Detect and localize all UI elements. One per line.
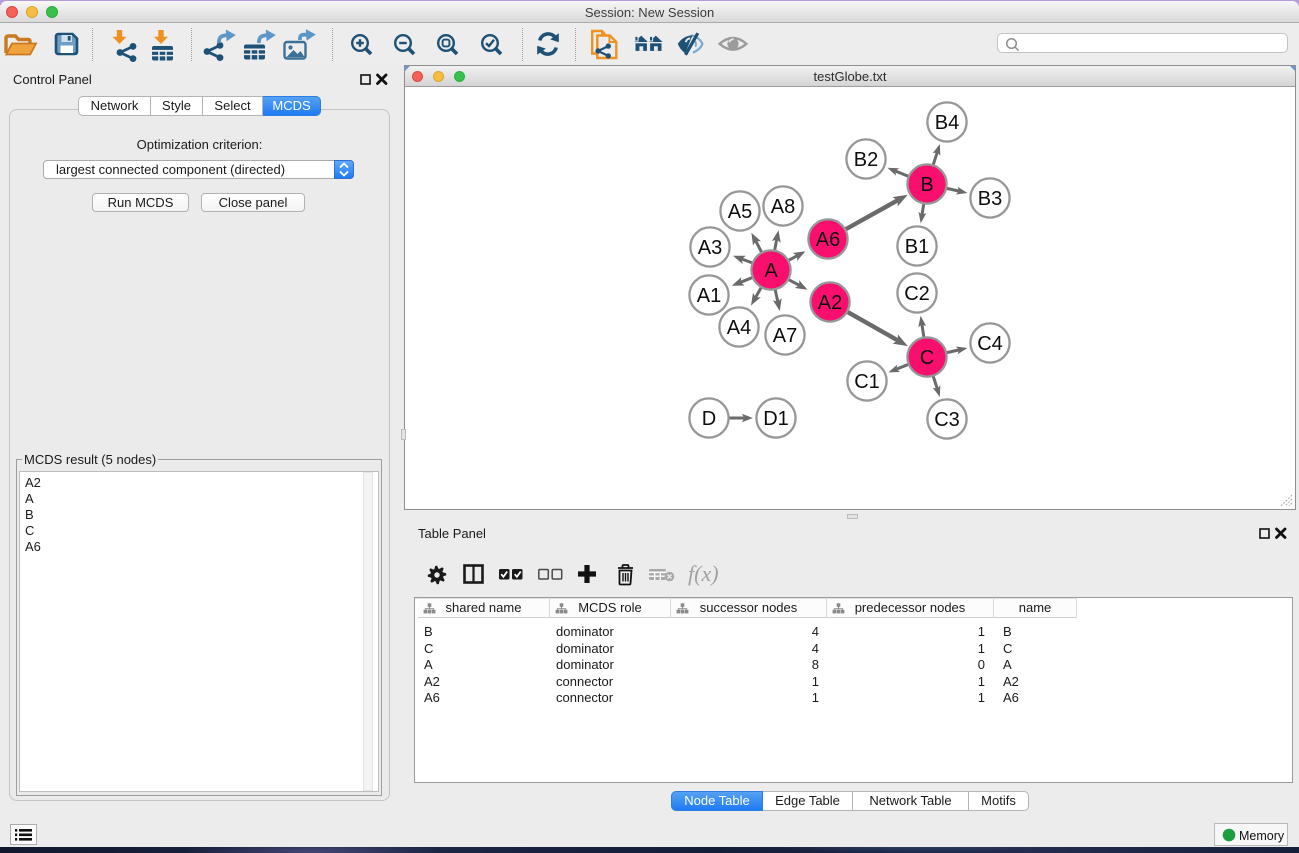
svg-text:C: C [920, 347, 934, 369]
svg-text:C1: C1 [854, 371, 880, 393]
svg-text:A8: A8 [771, 196, 795, 218]
svg-text:A7: A7 [773, 325, 797, 347]
svg-text:A: A [764, 260, 778, 282]
svg-text:C2: C2 [904, 283, 930, 305]
svg-text:A6: A6 [816, 229, 840, 251]
svg-text:B4: B4 [935, 112, 959, 134]
svg-text:A1: A1 [697, 285, 721, 307]
svg-text:A3: A3 [698, 237, 722, 259]
svg-text:D1: D1 [763, 408, 789, 430]
svg-text:B: B [920, 174, 933, 196]
svg-text:C3: C3 [934, 409, 960, 431]
svg-text:B2: B2 [854, 149, 878, 171]
svg-text:A2: A2 [818, 292, 842, 314]
svg-text:D: D [702, 408, 716, 430]
svg-text:A4: A4 [727, 317, 751, 339]
svg-text:C4: C4 [977, 333, 1003, 355]
svg-text:B3: B3 [978, 188, 1002, 210]
svg-text:B1: B1 [905, 236, 929, 258]
svg-text:f(x): f(x) [688, 561, 719, 586]
svg-text:A5: A5 [728, 201, 752, 223]
